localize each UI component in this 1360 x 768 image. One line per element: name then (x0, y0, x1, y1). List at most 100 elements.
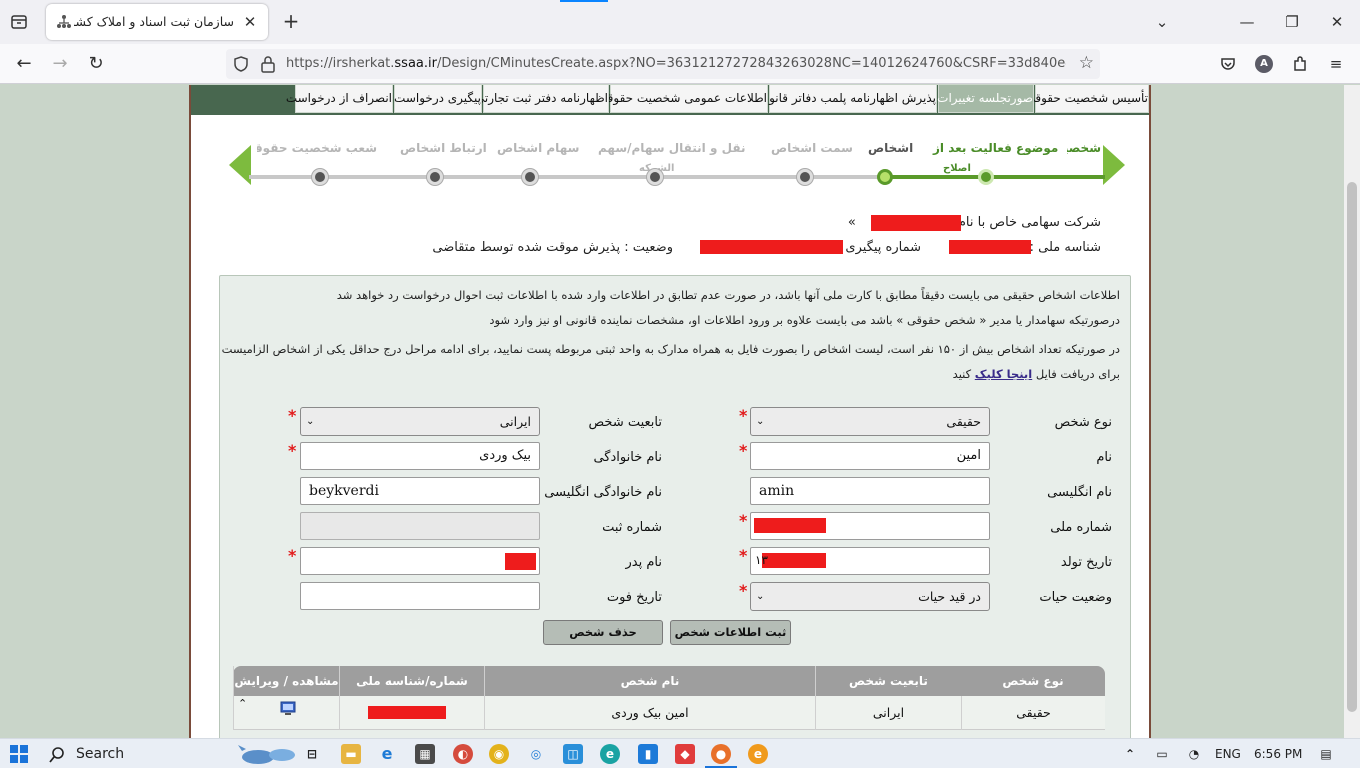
app-icon-4[interactable]: ◫ (563, 744, 583, 764)
forward-icon[interactable]: → (48, 52, 72, 76)
nav-book-seal[interactable]: پذیرش اظهارنامه پلمب دفاتر قانونی (756, 85, 937, 113)
nav-change-minutes[interactable]: صورتجلسه تغییرات (937, 85, 1034, 113)
bookmark-star-icon[interactable]: ☆ (1079, 53, 1094, 73)
chrome-icon[interactable]: ◉ (489, 744, 509, 764)
address-bar[interactable]: https://irsherkat.ssaa.ir/Design/CMinute… (226, 49, 1100, 79)
app-icon-2[interactable]: ◐ (453, 744, 473, 764)
step-label-branches[interactable]: شعب شخصیت حقوقی در (257, 141, 377, 155)
step-label-person-relations[interactable]: ارتباط اشخاص (400, 141, 487, 155)
menu-icon[interactable]: ≡ (1324, 52, 1348, 76)
step-label-share-transfer[interactable]: نقل و انتقال سهام/سهم (598, 141, 745, 155)
death-date-input[interactable] (300, 582, 540, 610)
close-window-icon[interactable]: ✕ (1325, 10, 1349, 34)
minimize-icon[interactable]: — (1235, 10, 1259, 34)
battery-icon[interactable]: ▭ (1152, 744, 1172, 764)
edit-record-icon[interactable] (279, 699, 297, 717)
app-icon-1[interactable]: ▦ (415, 744, 435, 764)
notification-icon[interactable]: ▤ (1316, 744, 1336, 764)
top-navigation: تأسیس شخصیت حقوقی صورتجلسه تغییرات پذیرش… (191, 85, 1149, 115)
step-label-person-shares[interactable]: سهام اشخاص (497, 141, 579, 155)
new-tab-icon[interactable]: + (280, 10, 302, 32)
notice-line-3: در صورتیکه تعداد اشخاص بیش از ۱۵۰ نفر اس… (221, 342, 1120, 356)
nav-establish[interactable]: تأسیس شخصیت حقوقی (1025, 85, 1149, 113)
nav-commercial-register[interactable]: اظهارنامه دفتر ثبت تجارتی (475, 85, 609, 113)
step-dot-share-transfer[interactable] (647, 169, 663, 185)
step-sublabel-activity: اصلاح (943, 163, 971, 174)
list-all-tabs-icon[interactable]: ⌄ (1150, 10, 1174, 34)
col-person-name[interactable]: نام شخص (484, 666, 815, 696)
windows-start-icon[interactable] (10, 745, 28, 763)
language-indicator[interactable]: ENG (1215, 747, 1241, 761)
col-view-edit[interactable]: مشاهده / ویرایش (233, 666, 339, 696)
last-name-input[interactable]: بیک وردی (300, 442, 540, 470)
cell-person-type: حقیقی (961, 696, 1105, 730)
father-name-input[interactable] (300, 547, 540, 575)
step-dot-persons[interactable] (877, 169, 893, 185)
english-last-name-input[interactable]: beykverdi (300, 477, 540, 505)
save-person-button[interactable]: ثبت اطلاعات شخص (670, 620, 791, 645)
internet-explorer-icon[interactable]: e (377, 744, 397, 764)
app-icon-6[interactable]: e (748, 744, 768, 764)
nav-cancel-request[interactable]: انصراف از درخواست (286, 85, 393, 113)
registration-number-input (300, 512, 540, 540)
scrollbar-thumb[interactable] (1347, 182, 1357, 712)
national-id-label: شناسه ملی : (1029, 240, 1101, 255)
web-page: تأسیس شخصیت حقوقی صورتجلسه تغییرات پذیرش… (0, 85, 1360, 738)
clock[interactable]: 6:56 PM (1254, 747, 1302, 761)
step-dot-person-relations[interactable] (427, 169, 443, 185)
tab-close-icon[interactable]: ✕ (240, 12, 260, 32)
browser-tab[interactable]: سازمان ثبت اسناد و املاک کشور | ✕ (46, 4, 268, 40)
url-text[interactable]: https://irsherkat.ssaa.ir/Design/CMinute… (286, 56, 1066, 71)
file-explorer-icon[interactable]: ▬ (341, 744, 361, 764)
shield-icon[interactable] (232, 55, 250, 73)
back-icon[interactable]: ← (12, 52, 36, 76)
cell-view-edit: ⌃ (233, 696, 339, 730)
delete-person-button[interactable]: حذف شخص (543, 620, 663, 645)
lock-icon[interactable] (260, 55, 276, 73)
step-dot-branches[interactable] (312, 169, 328, 185)
step-label-persons[interactable]: اشخاص (868, 141, 913, 155)
col-nationality[interactable]: تابعیت شخص (815, 666, 961, 696)
stepper-next-arrow-icon[interactable] (1103, 145, 1125, 188)
account-avatar-icon[interactable]: A (1255, 55, 1273, 73)
required-mark: * (288, 406, 297, 425)
reload-icon[interactable]: ↻ (84, 52, 108, 76)
life-status-select[interactable]: در قید حیات ⌄ (750, 582, 990, 611)
person-type-select[interactable]: حقیقی ⌄ (750, 407, 990, 436)
table-row[interactable]: حقیقی ایرانی امین بیک وردی ⌃ (233, 696, 1105, 730)
col-person-type[interactable]: نوع شخص (961, 666, 1105, 696)
required-mark: * (739, 581, 748, 600)
step-label-activity[interactable]: موضوع فعالیت بعد از (933, 141, 1058, 155)
search-icon (49, 747, 64, 763)
page-scrollbar[interactable] (1344, 85, 1360, 738)
nav-general-info[interactable]: اطلاعات عمومی شخصیت حقوقی (598, 85, 768, 113)
stepper-prev-arrow-icon[interactable] (229, 145, 251, 188)
step-label-entity[interactable]: شخصیت (1067, 141, 1101, 155)
app-icon-3[interactable]: ◎ (526, 744, 546, 764)
app-icon-5[interactable]: ▮ (638, 744, 658, 764)
wifi-icon[interactable]: ◔ (1184, 744, 1204, 764)
notice-line-2: درصورتیکه سهامدار یا مدیر « شخص حقوقی » … (489, 313, 1120, 327)
tab-list-icon[interactable] (8, 11, 30, 33)
edge-icon[interactable]: e (600, 744, 620, 764)
firefox-icon[interactable]: ● (711, 744, 731, 764)
col-national-id[interactable]: شماره/شناسه ملی (339, 666, 484, 696)
pocket-icon[interactable] (1216, 52, 1240, 76)
task-view-icon[interactable]: ⊟ (302, 744, 322, 764)
scroll-up-icon[interactable]: ⌃ (238, 687, 247, 721)
step-label-positions[interactable]: سمت اشخاص (771, 141, 853, 155)
english-first-name-input[interactable]: amin (750, 477, 990, 505)
step-dot-positions[interactable] (797, 169, 813, 185)
search-highlight-whale-icon (238, 745, 295, 764)
first-name-input[interactable]: امین (750, 442, 990, 470)
extensions-icon[interactable] (1288, 52, 1312, 76)
step-dot-activity[interactable] (978, 169, 994, 185)
restore-icon[interactable]: ❐ (1280, 10, 1304, 34)
anydesk-icon[interactable]: ◆ (675, 744, 695, 764)
nationality-select[interactable]: ایرانی ⌄ (300, 407, 540, 436)
show-hidden-icons[interactable]: ⌃ (1120, 744, 1140, 764)
taskbar-search[interactable]: Search (40, 739, 295, 768)
nav-track-request[interactable]: پیگیری درخواست (394, 85, 482, 113)
download-file-link[interactable]: اینجا کلیک (975, 367, 1032, 381)
step-dot-person-shares[interactable] (522, 169, 538, 185)
